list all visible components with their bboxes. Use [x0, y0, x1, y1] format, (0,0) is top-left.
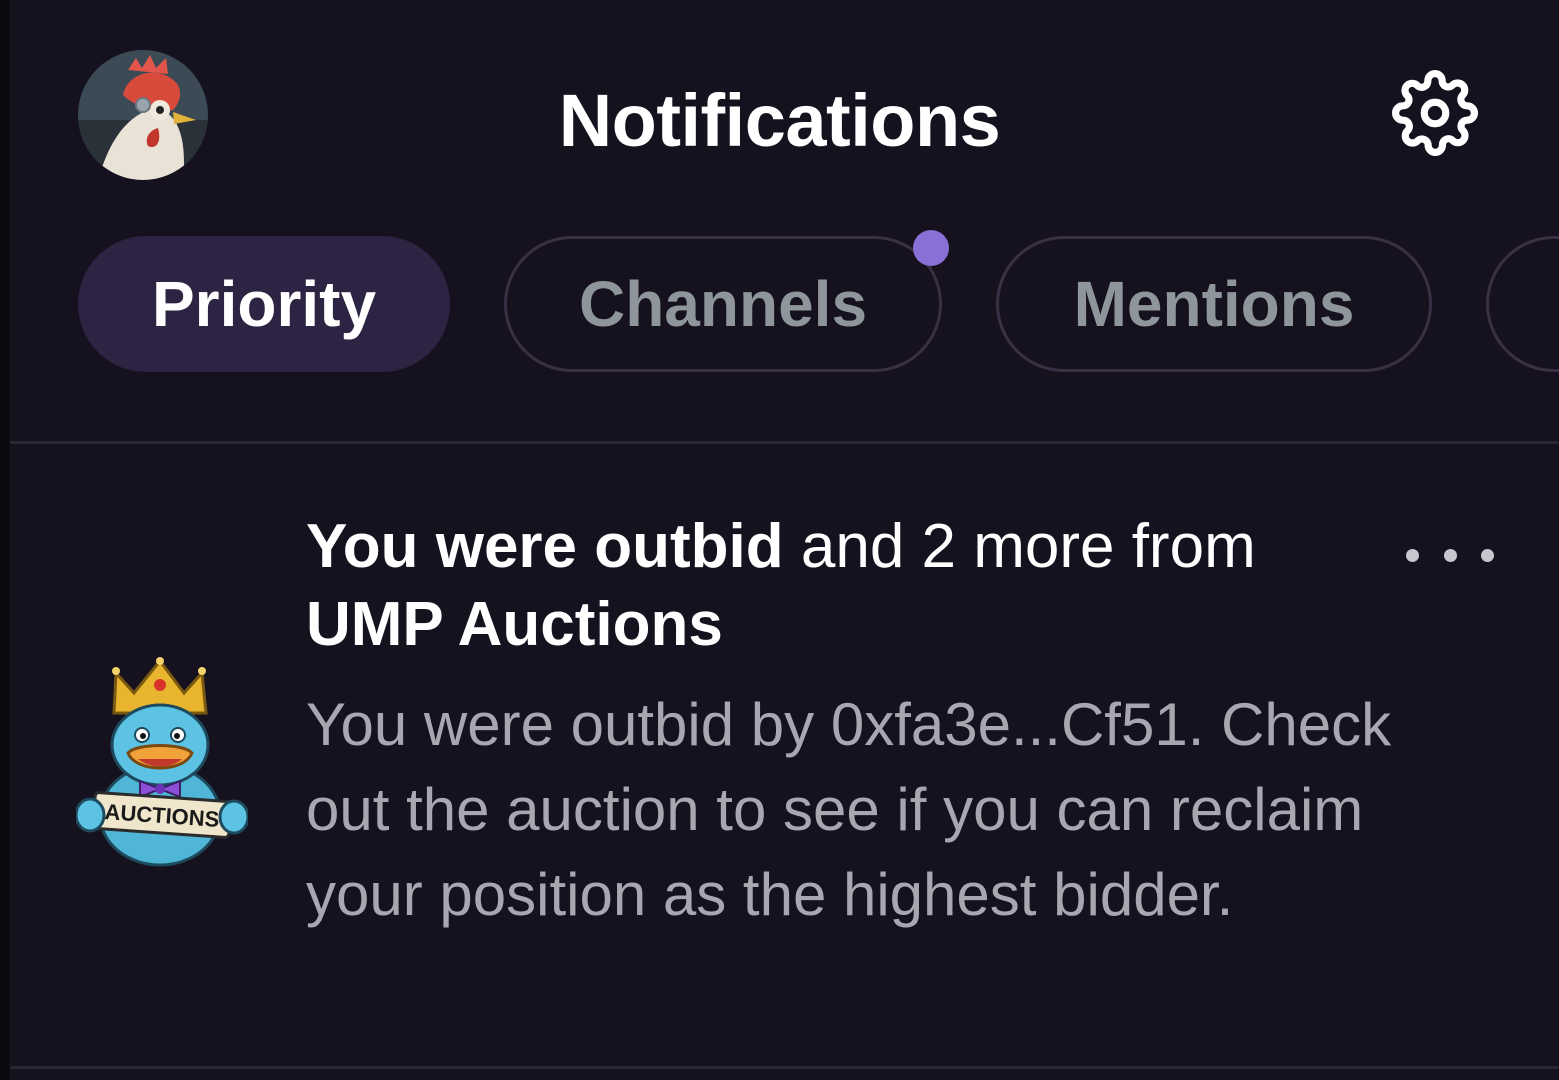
auctions-duck-icon: AUCTIONS [74, 655, 250, 867]
notifications-screen: Notifications Priority Channels Mentions [0, 0, 1559, 1080]
notification-source: UMP Auctions [306, 590, 723, 659]
dot [1481, 548, 1494, 562]
tab-channels[interactable]: Channels [504, 236, 942, 372]
notification-title[interactable]: You were outbid and 2 more from UMP Auct… [306, 508, 1366, 664]
unread-indicator [913, 230, 949, 266]
notification-title-strong: You were outbid [306, 512, 784, 581]
page-title: Notifications [558, 79, 1001, 162]
notification-body[interactable]: You were outbid by 0xfa3e...Cf51. Check … [306, 682, 1396, 937]
tabs-divider [10, 441, 1559, 444]
dot [1406, 548, 1419, 562]
tab-priority[interactable]: Priority [78, 236, 450, 372]
tab-mentions[interactable]: Mentions [996, 236, 1432, 372]
notification-divider [10, 1066, 1559, 1069]
settings-button[interactable] [1392, 70, 1478, 156]
tab-overflow[interactable] [1486, 236, 1559, 372]
notification-title-middle: and 2 more from [783, 512, 1256, 581]
more-options-button[interactable] [1406, 535, 1494, 575]
dot [1443, 548, 1457, 562]
gear-icon [1392, 70, 1478, 156]
